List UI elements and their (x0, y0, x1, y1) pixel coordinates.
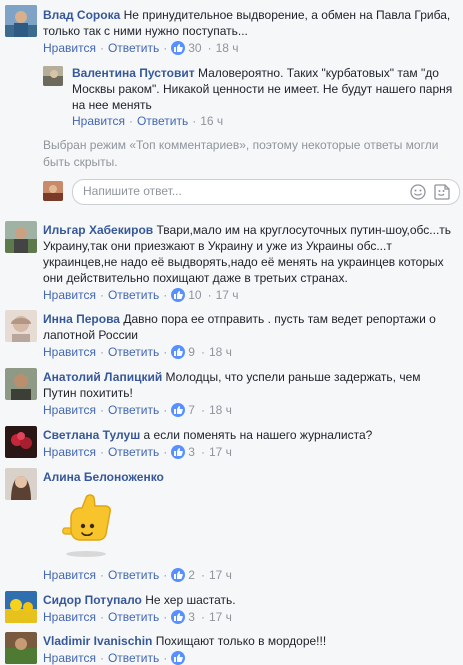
comment-body: Анатолий Лапицкий Молодцы, что успели ра… (43, 369, 455, 401)
avatar[interactable] (43, 66, 63, 86)
like-button[interactable]: Нравится (43, 345, 96, 359)
comment-time[interactable]: 18 ч (209, 403, 232, 417)
comment-actions: Нравится · Ответить · (43, 651, 188, 665)
like-button[interactable]: Нравится (43, 403, 96, 417)
comment-author[interactable]: Анатолий Лапицкий (43, 370, 162, 384)
comment-time[interactable]: 16 ч (200, 114, 223, 128)
like-button[interactable]: Нравится (43, 651, 96, 665)
comment-body: Светлана Тулуш а если поменять на нашего… (43, 427, 455, 443)
avatar[interactable] (5, 426, 37, 458)
reply-button[interactable]: Ответить (108, 41, 159, 55)
comment-time[interactable]: 18 ч (216, 41, 239, 55)
comment-body: Алина Белоноженко (43, 469, 455, 485)
comment-actions: Нравится · Ответить · 2 · 17 ч (43, 568, 232, 582)
like-button[interactable]: Нравится (72, 114, 125, 128)
comment-body: Влад Сорока Не принудительное выдворение… (43, 7, 455, 39)
sticker-icon[interactable] (433, 183, 451, 201)
avatar[interactable] (5, 632, 37, 664)
comment-author[interactable]: Ильгар Хабекиров (43, 223, 153, 237)
reply-button[interactable]: Ответить (137, 114, 188, 128)
comment-actions: Нравится · Ответить · 9 · 18 ч (43, 345, 232, 359)
avatar[interactable] (5, 310, 37, 342)
emoji-icon[interactable] (409, 183, 427, 201)
comment-author[interactable]: Влад Сорока (43, 8, 120, 22)
comment-text: а если поменять на нашего журналиста? (143, 428, 373, 442)
reply-input[interactable] (81, 183, 385, 199)
like-button[interactable]: Нравится (43, 568, 96, 582)
reply-button[interactable]: Ответить (108, 345, 159, 359)
thumbs-up-sticker (57, 488, 115, 558)
reply-input-box[interactable] (72, 179, 460, 205)
comment-time[interactable]: 17 ч (216, 288, 239, 302)
like-icon[interactable] (171, 288, 186, 302)
avatar[interactable] (5, 591, 37, 623)
like-icon[interactable] (171, 345, 186, 359)
comment-body: Сидор Потупало Не хер шастать. (43, 592, 455, 608)
like-count[interactable]: 10 (188, 288, 201, 302)
comment-author[interactable]: Сидор Потупало (43, 593, 142, 607)
comment-time[interactable]: 18 ч (209, 345, 232, 359)
reply-button[interactable]: Ответить (108, 568, 159, 582)
avatar[interactable] (5, 468, 37, 500)
comment-actions: Нравится · Ответить · 30 · 18 ч (43, 41, 239, 55)
comment-actions: Нравится · Ответить · 3 · 17 ч (43, 610, 232, 624)
comment-author[interactable]: Валентина Пустовит (72, 66, 195, 80)
like-count[interactable]: 2 (188, 568, 195, 582)
comment-body: Vladimir Ivanischin Похищают только в мо… (43, 633, 455, 649)
comment-body: Инна Перова Давно пора ее отправить . пу… (43, 311, 455, 343)
comment-actions: Нравится · Ответить · 7 · 18 ч (43, 403, 232, 417)
reply-button[interactable]: Ответить (108, 288, 159, 302)
reply-button[interactable]: Ответить (108, 651, 159, 665)
like-button[interactable]: Нравится (43, 41, 96, 55)
comment-time[interactable]: 17 ч (209, 445, 232, 459)
like-icon[interactable] (171, 568, 186, 582)
like-count[interactable]: 7 (188, 403, 195, 417)
current-user-avatar (43, 181, 63, 201)
avatar[interactable] (5, 5, 37, 37)
avatar[interactable] (5, 221, 37, 253)
comment-text: Не хер шастать. (145, 593, 236, 607)
like-button[interactable]: Нравится (43, 288, 96, 302)
like-count[interactable]: 3 (188, 445, 195, 459)
comment-time[interactable]: 17 ч (209, 568, 232, 582)
like-icon[interactable] (171, 445, 186, 459)
like-count[interactable]: 30 (188, 41, 201, 55)
reply-button[interactable]: Ответить (108, 403, 159, 417)
reply-button[interactable]: Ответить (108, 610, 159, 624)
like-count[interactable]: 9 (188, 345, 195, 359)
like-icon[interactable] (171, 651, 186, 665)
comment-author[interactable]: Алина Белоноженко (43, 470, 164, 484)
reply-button[interactable]: Ответить (108, 445, 159, 459)
like-button[interactable]: Нравится (43, 610, 96, 624)
like-icon[interactable] (171, 610, 186, 624)
comment-actions: Нравится · Ответить · 16 ч (72, 114, 224, 128)
avatar[interactable] (5, 368, 37, 400)
comment-author[interactable]: Светлана Тулуш (43, 428, 140, 442)
comment-author[interactable]: Vladimir Ivanischin (43, 634, 152, 648)
top-comments-notice: Выбран режим «Топ комментариев», поэтому… (43, 138, 439, 169)
comment-author[interactable]: Инна Перова (43, 312, 120, 326)
like-icon[interactable] (171, 41, 186, 55)
comment-body: Ильгар Хабекиров Твари,мало им на кругло… (43, 222, 463, 286)
comment-time[interactable]: 17 ч (209, 610, 232, 624)
like-count[interactable]: 3 (188, 610, 195, 624)
comment-actions: Нравится · Ответить · 3 · 17 ч (43, 445, 232, 459)
comment-text: Похищают только в мордоре!!! (155, 634, 327, 648)
like-icon[interactable] (171, 403, 186, 417)
comment-actions: Нравится · Ответить · 10 · 17 ч (43, 288, 239, 302)
comment-body: Валентина Пустовит Маловероятно. Таких "… (72, 65, 455, 113)
like-button[interactable]: Нравится (43, 445, 96, 459)
